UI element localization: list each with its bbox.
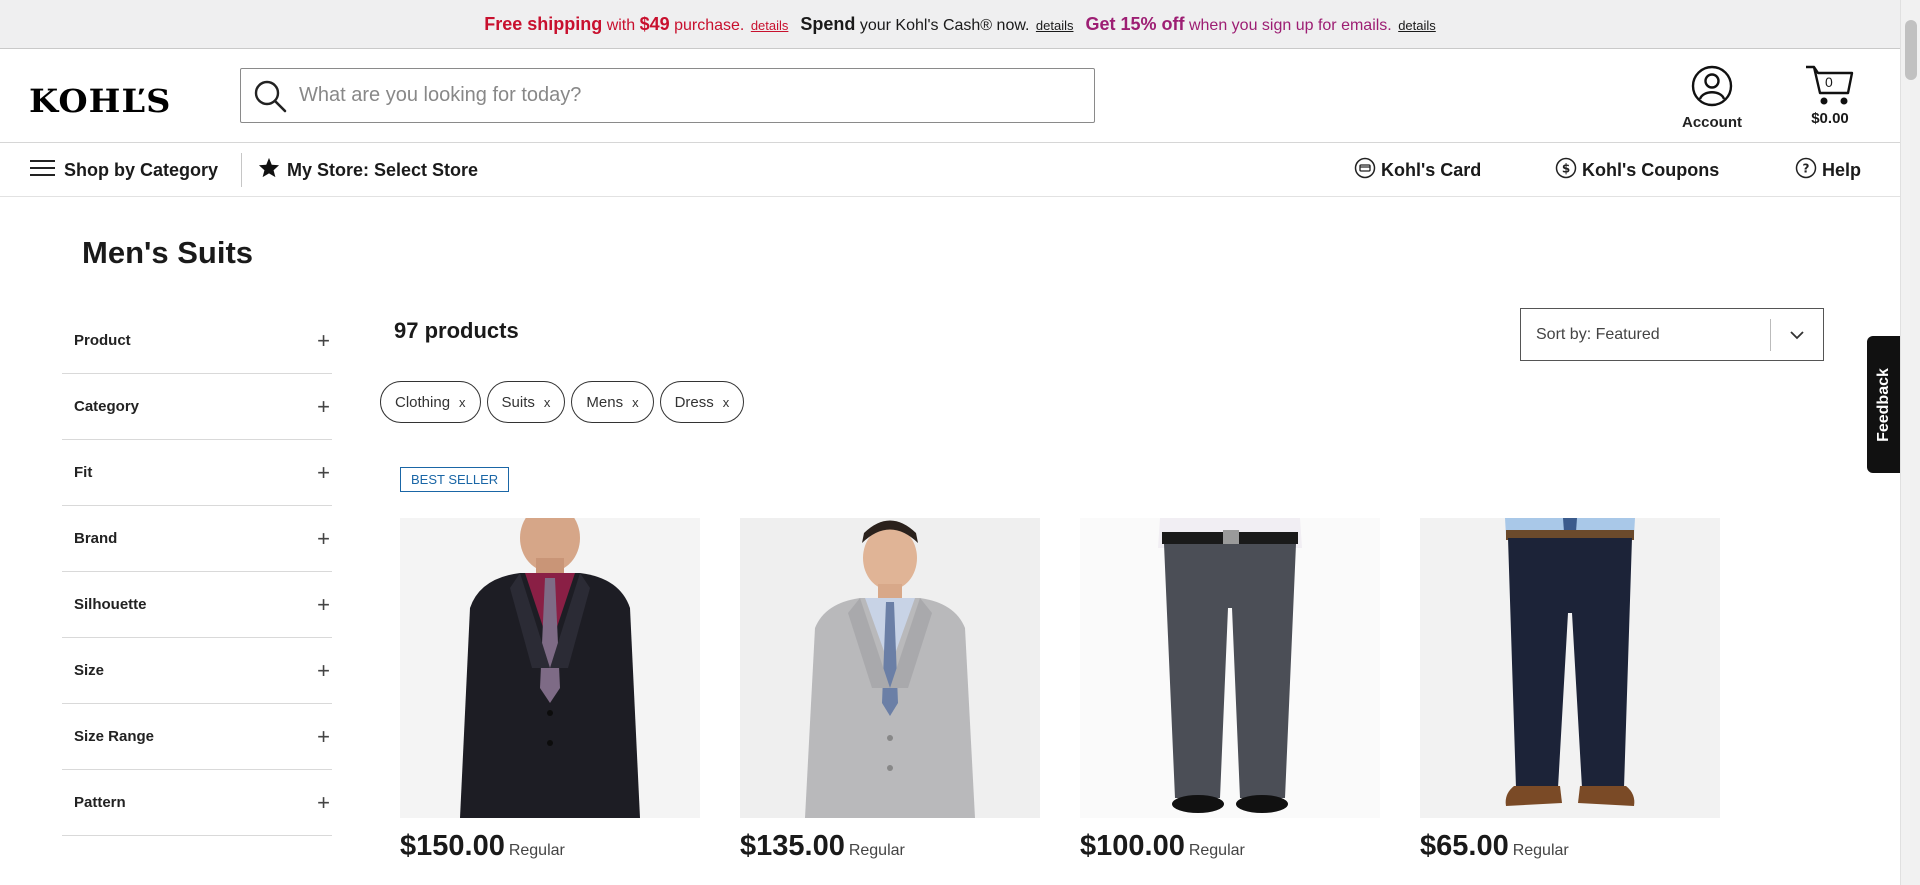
star-icon: [258, 157, 280, 183]
kohls-coupons-link[interactable]: $ Kohl's Coupons: [1555, 143, 1719, 197]
product-card[interactable]: $150.00 Regular: [400, 518, 700, 862]
facet-pattern[interactable]: Pattern +: [62, 770, 332, 836]
my-store-selector[interactable]: My Store: Select Store: [258, 143, 478, 197]
promo-kohls-cash: Spend your Kohl's Cash® now. details: [800, 13, 1074, 34]
promo-details-link-3[interactable]: details: [1398, 18, 1436, 33]
facet-size[interactable]: Size +: [62, 638, 332, 704]
promo-details-link-1[interactable]: details: [751, 18, 789, 33]
sort-selected-value: Sort by: Featured: [1536, 325, 1660, 343]
promo-free-shipping: Free shipping with $49 purchase. details: [484, 13, 789, 34]
shop-by-category-label: Shop by Category: [64, 159, 219, 180]
cart-icon: 0: [1804, 63, 1856, 107]
expand-plus-icon: +: [317, 525, 330, 551]
product-card[interactable]: $65.00 Regular: [1420, 518, 1720, 862]
product-image[interactable]: [740, 518, 1040, 818]
search-input[interactable]: [299, 84, 1079, 107]
main-nav: Shop by Category My Store: Select Store …: [0, 143, 1920, 197]
dollar-coupon-icon: $: [1555, 157, 1577, 184]
product-price: $65.00 Regular: [1420, 830, 1569, 862]
svg-text:?: ?: [1803, 161, 1810, 175]
filter-chip-dress[interactable]: Dress x: [659, 381, 745, 423]
kohls-card-link[interactable]: Kohl's Card: [1354, 143, 1481, 197]
filter-chip-suits[interactable]: Suits x: [486, 381, 566, 423]
account-icon: [1691, 65, 1733, 111]
active-filter-chips: Clothing x Suits x Mens x Dress x: [380, 381, 745, 423]
kohls-coupons-label: Kohl's Coupons: [1582, 159, 1720, 180]
product-price: $100.00 Regular: [1080, 830, 1245, 862]
cart-total: $0.00: [1811, 110, 1849, 127]
cart-count: 0: [1825, 74, 1833, 90]
expand-plus-icon: +: [317, 393, 330, 419]
product-count: 97 products: [394, 318, 519, 343]
search-icon[interactable]: [253, 79, 287, 113]
cart-button[interactable]: 0 $0.00: [1800, 63, 1860, 127]
facet-silhouette[interactable]: Silhouette +: [62, 572, 332, 638]
scrollbar-thumb[interactable]: [1905, 20, 1917, 80]
help-icon: ?: [1795, 157, 1817, 184]
kohls-card-icon: [1354, 157, 1376, 184]
product-image[interactable]: [400, 518, 700, 818]
facet-fit[interactable]: Fit +: [62, 440, 332, 506]
help-label: Help: [1822, 159, 1862, 180]
product-image[interactable]: [1080, 518, 1380, 818]
promo-bar: Free shipping with $49 purchase. details…: [0, 0, 1920, 49]
help-link[interactable]: ? Help: [1795, 143, 1861, 197]
product-price: $135.00 Regular: [740, 830, 905, 862]
close-icon[interactable]: x: [544, 395, 551, 410]
facet-category[interactable]: Category +: [62, 374, 332, 440]
product-card[interactable]: $100.00 Regular: [1080, 518, 1380, 862]
expand-plus-icon: +: [317, 591, 330, 617]
expand-plus-icon: +: [317, 723, 330, 749]
best-seller-badge: BEST SELLER: [400, 467, 510, 492]
feedback-tab[interactable]: Feedback: [1867, 336, 1900, 473]
my-store-label: My Store: Select Store: [287, 159, 479, 180]
expand-plus-icon: +: [317, 459, 330, 485]
facet-brand[interactable]: Brand +: [62, 506, 332, 572]
facet-product[interactable]: Product +: [62, 308, 332, 374]
search-box[interactable]: [240, 68, 1095, 123]
product-image[interactable]: [1420, 518, 1720, 818]
facet-size-range[interactable]: Size Range +: [62, 704, 332, 770]
close-icon[interactable]: x: [459, 395, 466, 410]
filter-chip-clothing[interactable]: Clothing x: [380, 381, 481, 423]
promo-details-link-2[interactable]: details: [1036, 18, 1074, 33]
feedback-label: Feedback: [1874, 367, 1892, 442]
filter-chip-mens[interactable]: Mens x: [571, 381, 654, 423]
chevron-down-icon: [1771, 330, 1823, 340]
expand-plus-icon: +: [317, 327, 330, 353]
site-header: KOHĽS Account 0 $0.00: [0, 49, 1920, 143]
expand-plus-icon: +: [317, 789, 330, 815]
hamburger-icon: [30, 159, 55, 182]
kohls-card-label: Kohl's Card: [1381, 159, 1482, 180]
shop-by-category-menu[interactable]: Shop by Category: [30, 143, 218, 197]
nav-divider: [241, 153, 242, 187]
promo-email-signup: Get 15% off when you sign up for emails.…: [1085, 13, 1436, 34]
product-price: $150.00 Regular: [400, 830, 565, 862]
close-icon[interactable]: x: [632, 395, 639, 410]
page-scrollbar[interactable]: [1900, 0, 1920, 885]
account-button[interactable]: Account: [1680, 65, 1744, 131]
account-label: Account: [1682, 114, 1742, 131]
sort-dropdown[interactable]: Sort by: Featured: [1520, 308, 1824, 361]
page-title: Men's Suits: [82, 235, 254, 270]
close-icon[interactable]: x: [723, 395, 730, 410]
expand-plus-icon: +: [317, 657, 330, 683]
svg-text:$: $: [1562, 161, 1570, 175]
kohls-logo[interactable]: KOHĽS: [29, 82, 171, 120]
product-card[interactable]: $135.00 Regular: [740, 518, 1040, 862]
filter-sidebar: Product + Category + Fit + Brand + Silhouett…: [62, 308, 332, 836]
